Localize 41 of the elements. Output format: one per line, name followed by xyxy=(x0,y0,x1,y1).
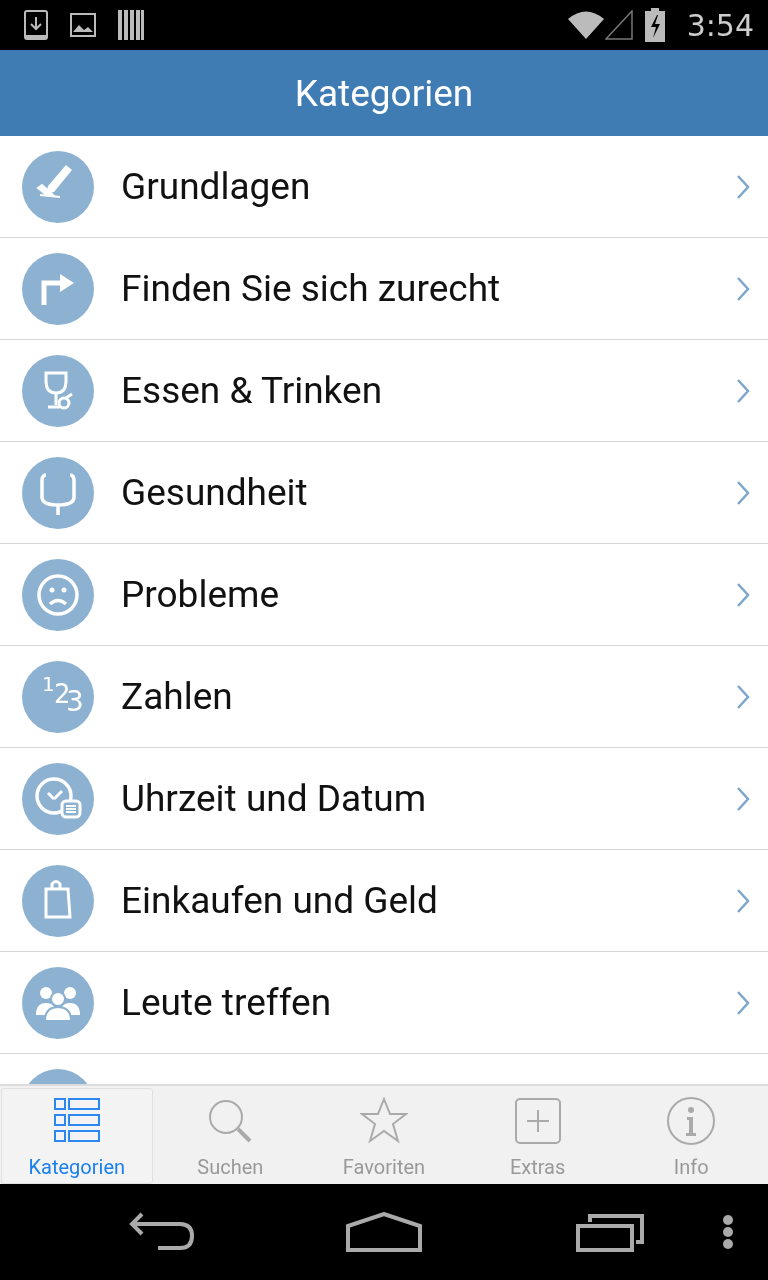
clock-icon xyxy=(22,762,94,835)
status-time: 3:54 xyxy=(686,7,754,43)
category-item[interactable]: Grundlagen xyxy=(0,136,768,238)
chevron-right-icon xyxy=(736,785,750,812)
chevron-right-icon xyxy=(736,683,750,710)
sad-icon xyxy=(22,558,94,631)
list-icon xyxy=(52,1097,101,1145)
glass-icon xyxy=(22,354,94,427)
chevron-right-icon xyxy=(736,989,750,1016)
chevron-right-icon xyxy=(736,275,750,302)
battery-icon xyxy=(644,8,665,42)
plus-icon xyxy=(513,1097,562,1145)
stethoscope-icon xyxy=(22,456,94,529)
turn-icon xyxy=(22,252,94,325)
category-item[interactable]: Essen & Trinken xyxy=(0,340,768,442)
category-item[interactable]: Einkaufen und Geld xyxy=(0,850,768,952)
people-icon xyxy=(22,966,94,1039)
barcode-icon xyxy=(118,10,144,40)
chevron-right-icon xyxy=(736,581,750,608)
back-icon[interactable] xyxy=(128,1212,196,1252)
image-icon xyxy=(70,13,96,37)
chevron-right-icon xyxy=(736,479,750,506)
screen-title: Kategorien xyxy=(294,71,474,115)
tab[interactable]: Kategorien xyxy=(1,1088,153,1184)
category-item[interactable]: Finden Sie sich zurecht xyxy=(0,238,768,340)
wifi-icon xyxy=(566,10,605,40)
download-icon xyxy=(24,10,48,40)
chevron-right-icon xyxy=(736,173,750,200)
category-item[interactable]: Leute treffen xyxy=(0,952,768,1054)
home-icon[interactable] xyxy=(346,1212,422,1252)
star-icon xyxy=(360,1097,408,1145)
overflow-menu-icon[interactable] xyxy=(722,1214,734,1250)
chevron-right-icon xyxy=(736,887,750,914)
info-icon xyxy=(667,1097,716,1145)
chevron-right-icon xyxy=(736,377,750,404)
signal-icon xyxy=(604,10,633,40)
bag-icon xyxy=(22,864,94,937)
recent-apps-icon[interactable] xyxy=(576,1212,646,1252)
category-item[interactable]: Probleme xyxy=(0,544,768,646)
category-item[interactable]: Uhrzeit und Datum xyxy=(0,748,768,850)
category-item[interactable]: Gesundheit xyxy=(0,442,768,544)
